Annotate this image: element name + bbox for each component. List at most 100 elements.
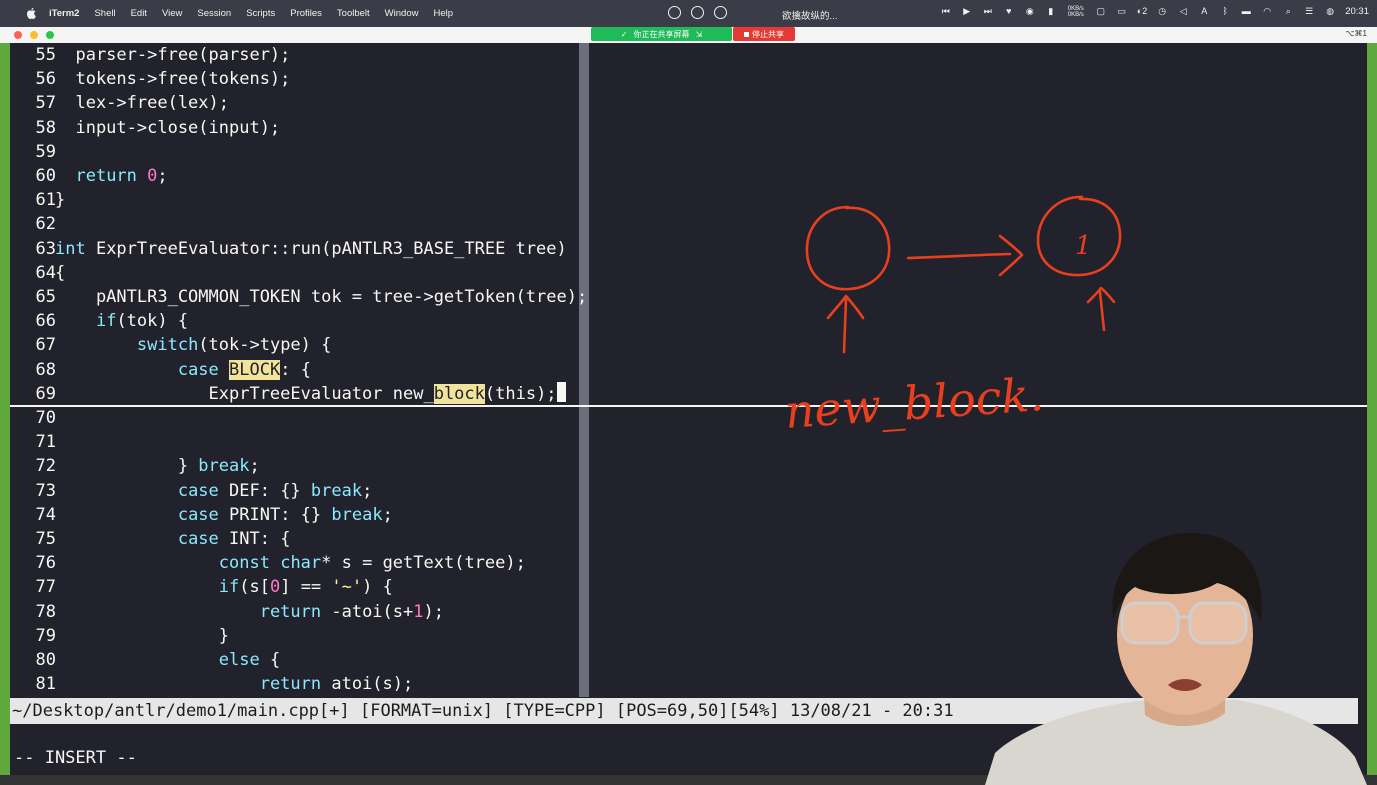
code-text: return 0;: [55, 164, 167, 188]
line-number: 70: [35, 408, 56, 428]
menu-window[interactable]: Window: [385, 8, 419, 19]
bluetooth-icon[interactable]: ᛒ: [1219, 6, 1231, 17]
line-number: 69: [35, 383, 56, 404]
code-text: parser->free(parser);: [55, 43, 290, 67]
code-token: if: [218, 577, 240, 598]
line-number: 65: [35, 287, 56, 307]
next-icon[interactable]: ⏭: [982, 6, 994, 17]
notification-badge[interactable]: ◐ 2: [1137, 6, 1147, 17]
window-titlebar[interactable]: ✓ 你正在共享屏幕 ⇲ 停止共享 ⌥⌘1: [0, 27, 1377, 43]
volume-icon[interactable]: ◁: [1177, 6, 1189, 17]
play-icon[interactable]: ▶: [961, 6, 973, 17]
stop-sharing-button[interactable]: 停止共享: [733, 27, 795, 41]
menu-edit[interactable]: Edit: [131, 8, 147, 19]
wechat-icon[interactable]: [668, 6, 681, 19]
text-cursor: [556, 381, 566, 402]
apple-logo-icon[interactable]: [26, 7, 36, 19]
input-source-icon[interactable]: A: [1198, 6, 1210, 17]
line-number: 60: [35, 166, 56, 186]
code-token: * s = getText(tree);: [321, 553, 526, 574]
code-text: input->close(input);: [55, 116, 280, 140]
code-token: ExprTreeEvaluator::run(pANTLR3_BASE_TREE…: [85, 238, 567, 259]
line-number: 75: [35, 529, 56, 549]
code-text: ExprTreeEvaluator new_block(this);: [55, 381, 566, 406]
code-token: 1: [413, 601, 424, 622]
menu-help[interactable]: Help: [433, 8, 453, 19]
line-number: 72: [35, 456, 56, 477]
clock-status-icon[interactable]: ◷: [1156, 6, 1168, 17]
control-center-icon[interactable]: ☰: [1303, 6, 1315, 17]
line-number: 78: [35, 601, 56, 622]
heart-icon[interactable]: ♥: [1003, 6, 1015, 17]
pin-icon: ✓: [620, 29, 628, 39]
drag-handle-icon: ⇲: [695, 29, 703, 39]
code-token: switch: [136, 335, 199, 356]
line-number: 57: [35, 93, 56, 114]
line-number: 59: [35, 141, 56, 162]
code-text: {: [55, 261, 65, 285]
menu-scripts[interactable]: Scripts: [246, 8, 275, 19]
stop-sharing-label: 停止共享: [752, 29, 784, 39]
code-token: break: [310, 480, 363, 501]
search-icon[interactable]: ⌕: [1282, 6, 1294, 17]
line-number: 64: [35, 262, 56, 283]
code-token: return: [259, 674, 322, 695]
wifi-icon[interactable]: ◠: [1261, 6, 1273, 17]
network-speed: 0KB/s 0KB/s: [1066, 6, 1086, 18]
code-text: if(tok) {: [55, 309, 188, 333]
code-text: return atoi(s);: [55, 672, 414, 696]
code-text: case INT: {: [55, 527, 291, 551]
code-token: (s[: [239, 577, 270, 598]
code-text: }: [55, 624, 229, 648]
code-token: input->close(input);: [55, 117, 281, 138]
code-text: tokens->free(tokens);: [55, 67, 290, 91]
code-token: case: [177, 480, 219, 501]
line-number: 62: [35, 214, 56, 235]
window-icon[interactable]: ▢: [1095, 6, 1107, 17]
code-text: const char* s = getText(tree);: [55, 551, 526, 575]
line-number: 61: [35, 190, 56, 211]
menu-profiles[interactable]: Profiles: [290, 8, 322, 19]
code-text: switch(tok->type) {: [55, 333, 331, 357]
code-token: -atoi(s+: [321, 601, 414, 622]
vertical-split-bar[interactable]: [579, 43, 589, 697]
minimize-window-button[interactable]: [30, 31, 38, 39]
screen-sharing-banner[interactable]: ✓ 你正在共享屏幕 ⇲: [591, 27, 732, 41]
code-text: case DEF: {} break;: [55, 479, 373, 503]
paw-icon[interactable]: [714, 6, 727, 19]
menubar-clock[interactable]: 20:31: [1345, 6, 1369, 17]
music-icon[interactable]: ◉: [1024, 6, 1036, 17]
menu-toolbelt[interactable]: Toolbelt: [337, 8, 370, 19]
now-playing-title[interactable]: 欲擒故纵的...: [782, 8, 852, 22]
siri-icon[interactable]: ◍: [1324, 6, 1336, 17]
prev-icon[interactable]: ⏮: [940, 6, 952, 17]
code-token: '~': [331, 577, 363, 598]
menu-items: iTerm2 Shell Edit View Session Scripts P…: [49, 8, 468, 19]
code-token: return: [259, 601, 322, 622]
display-icon[interactable]: ▭: [1116, 6, 1128, 17]
battery-icon[interactable]: ▮: [1045, 6, 1057, 17]
battery-level-icon[interactable]: ▬: [1240, 6, 1252, 17]
code-token: ;: [382, 504, 393, 525]
menu-app-iterm2[interactable]: iTerm2: [49, 8, 79, 19]
code-token: }: [55, 625, 229, 646]
badge-count: 2: [1142, 6, 1148, 16]
screen-record-icon[interactable]: [691, 6, 704, 19]
code-token: lex->free(lex);: [55, 93, 229, 114]
zoom-window-button[interactable]: [46, 31, 54, 39]
menu-view[interactable]: View: [162, 8, 182, 19]
close-window-button[interactable]: [14, 31, 22, 39]
menu-shell[interactable]: Shell: [94, 8, 115, 19]
code-token: pANTLR3_COMMON_TOKEN tok = tree->getToke…: [55, 287, 588, 307]
code-token: case: [177, 529, 219, 549]
line-number: 81: [35, 674, 56, 695]
code-token: case: [177, 504, 219, 525]
line-number: 73: [35, 480, 56, 501]
code-text: return -atoi(s+1);: [55, 600, 444, 624]
menu-session[interactable]: Session: [197, 8, 231, 19]
